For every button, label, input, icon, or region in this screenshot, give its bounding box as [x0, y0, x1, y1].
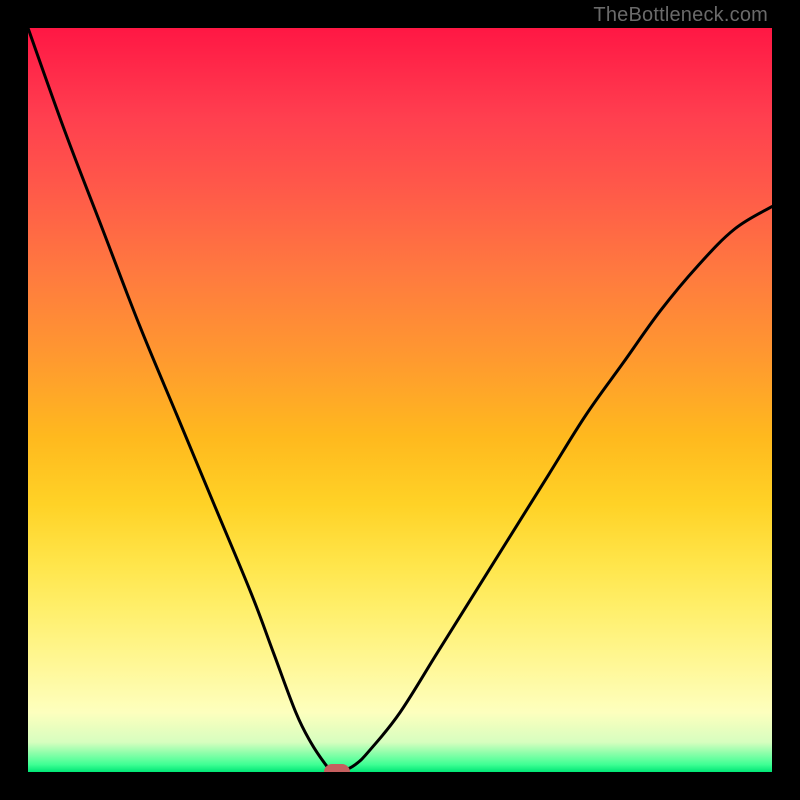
- chart-frame: TheBottleneck.com: [0, 0, 800, 800]
- plot-area: [28, 28, 772, 772]
- bottleneck-curve: [28, 28, 772, 772]
- watermark-text: TheBottleneck.com: [593, 4, 768, 27]
- minimum-marker: [324, 764, 350, 772]
